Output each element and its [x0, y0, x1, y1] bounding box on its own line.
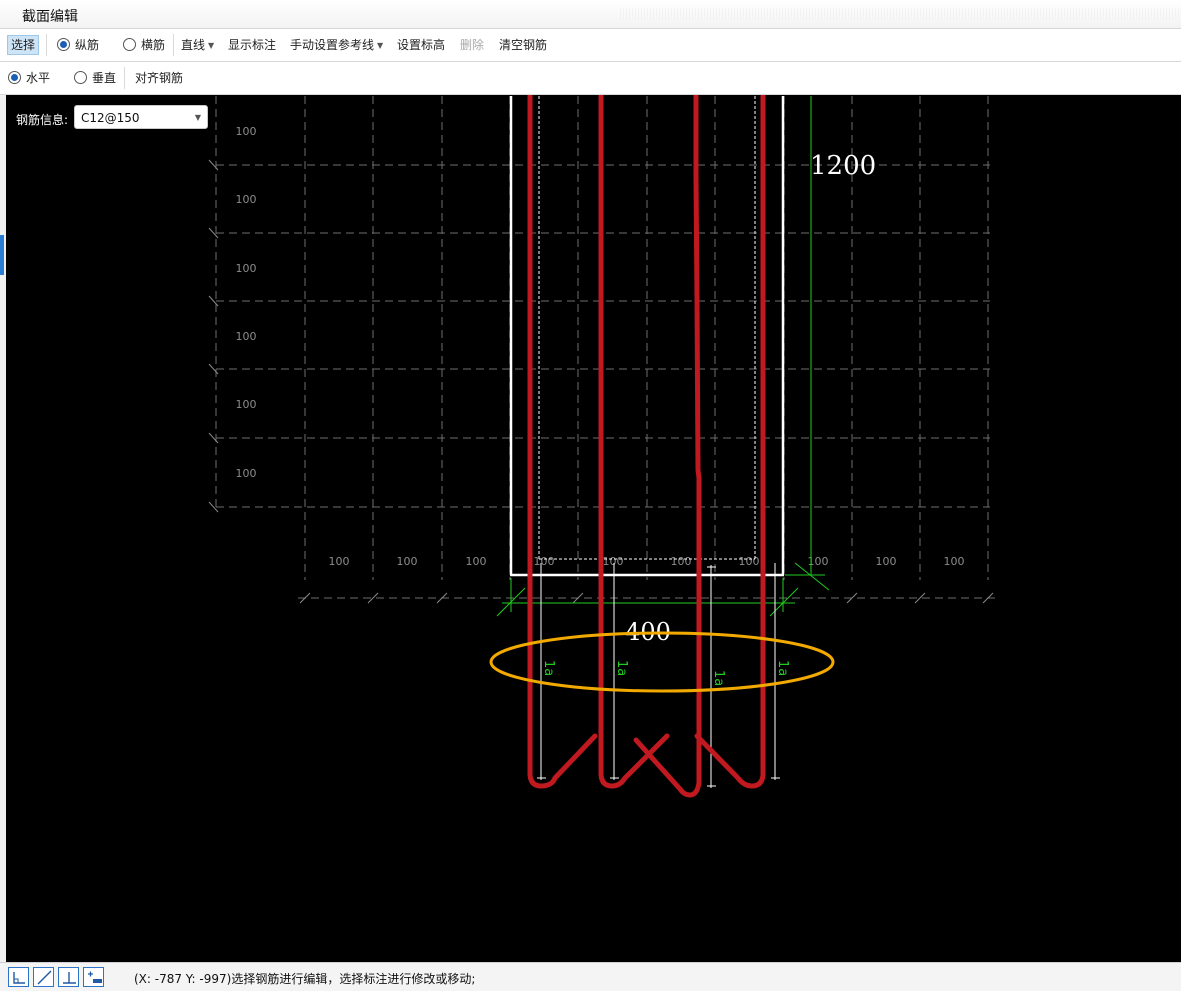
anchor-label[interactable]: 1a	[541, 660, 556, 676]
chevron-down-icon: ▼	[208, 41, 215, 50]
diagonal-tool-icon	[37, 970, 52, 985]
align-rebar-button[interactable]: 对齐钢筋	[135, 69, 183, 87]
grid-label: 100	[236, 193, 257, 206]
diagonal-tool-button[interactable]	[33, 967, 54, 987]
line-dropdown[interactable]: 直线 ▼	[181, 36, 214, 54]
height-dimension[interactable]: 1200	[785, 96, 876, 591]
anchor-label[interactable]: 1a	[711, 670, 726, 686]
vertical-label: 垂直	[92, 71, 117, 85]
horizontal-radio[interactable]: 水平	[8, 69, 50, 87]
height-dimension-text[interactable]: 1200	[810, 151, 876, 181]
grid-label: 100	[236, 330, 257, 343]
grid-label: 100	[671, 555, 692, 568]
status-bar: (X: -787 Y: -997)选择钢筋进行编辑，选择标注进行修改或移动;	[0, 962, 1181, 991]
perpendicular-tool-button[interactable]	[58, 967, 79, 987]
title-grip	[620, 8, 1180, 20]
grid-label: 100	[329, 555, 350, 568]
horizontal-label: 水平	[26, 71, 51, 85]
anchor-label[interactable]: 1a	[614, 660, 629, 676]
toolbar-divider	[124, 67, 125, 89]
radio-unchecked-icon	[74, 71, 87, 84]
grid-label: 100	[739, 555, 760, 568]
drawing-canvas[interactable]: 100 100 100 100 100 100 100 100 100 100 …	[6, 95, 1181, 962]
angle-tool-button[interactable]	[8, 967, 29, 987]
grid-label: 100	[236, 125, 257, 138]
grid-label: 100	[236, 467, 257, 480]
rebar-info-select[interactable]: C12@150 ▼	[74, 105, 208, 129]
vertical-radio[interactable]: 垂直	[74, 69, 116, 87]
rebar-info-value: C12@150	[81, 111, 140, 125]
longitudinal-radio[interactable]: 纵筋	[57, 36, 99, 54]
section-drawing[interactable]: 100 100 100 100 100 100 100 100 100 100 …	[6, 95, 1181, 962]
main-toolbar: 选择 纵筋 横筋 直线 ▼ 显示标注 手动设置参考线 ▼ 设置标高 删除 清空钢筋	[0, 29, 1181, 62]
show-dimension-button[interactable]: 显示标注	[228, 36, 276, 54]
chevron-down-icon: ▼	[377, 41, 384, 50]
grid-label: 100	[466, 555, 487, 568]
rebar-4	[694, 95, 766, 789]
grid-label: 100	[603, 555, 624, 568]
clear-rebar-button[interactable]: 清空钢筋	[499, 36, 547, 54]
reference-grid	[215, 96, 995, 599]
manual-reference-label: 手动设置参考线	[290, 38, 375, 52]
manual-reference-dropdown[interactable]: 手动设置参考线 ▼	[290, 36, 383, 54]
chevron-down-icon: ▼	[194, 113, 201, 122]
grid-label: 100	[534, 555, 555, 568]
set-elevation-button[interactable]: 设置标高	[397, 36, 445, 54]
grid-label: 100	[236, 262, 257, 275]
width-dimension[interactable]: 400	[496, 578, 799, 646]
toolbar-divider	[46, 34, 47, 56]
title-bar: 截面编辑	[0, 0, 1181, 29]
toolbar-divider	[173, 34, 174, 56]
grid-label: 100	[397, 555, 418, 568]
secondary-toolbar: 水平 垂直 对齐钢筋	[0, 62, 1181, 95]
radio-checked-icon	[8, 71, 21, 84]
anchor-label[interactable]: 1a	[775, 660, 790, 676]
status-text: (X: -787 Y: -997)选择钢筋进行编辑，选择标注进行修改或移动;	[134, 972, 476, 986]
line-label: 直线	[181, 38, 206, 52]
add-segment-button[interactable]	[83, 967, 104, 987]
perpendicular-tool-icon	[63, 972, 76, 984]
radio-unchecked-icon	[123, 38, 136, 51]
angle-tool-icon	[13, 972, 25, 984]
transverse-label: 横筋	[141, 38, 166, 52]
grid-label: 100	[876, 555, 897, 568]
delete-button[interactable]: 删除	[460, 36, 484, 54]
radio-checked-icon	[57, 38, 70, 51]
grid-label: 100	[944, 555, 965, 568]
longitudinal-label: 纵筋	[75, 38, 100, 52]
window-title: 截面编辑	[22, 9, 78, 25]
rebar-info-label: 钢筋信息:	[16, 113, 69, 127]
select-button[interactable]: 选择	[7, 35, 40, 55]
grid-label: 100	[236, 398, 257, 411]
transverse-radio[interactable]: 横筋	[123, 36, 165, 54]
anchor-dimensions	[537, 563, 780, 788]
rebar-2	[598, 95, 670, 789]
add-segment-icon	[88, 971, 102, 983]
dock-tab[interactable]	[0, 235, 4, 275]
